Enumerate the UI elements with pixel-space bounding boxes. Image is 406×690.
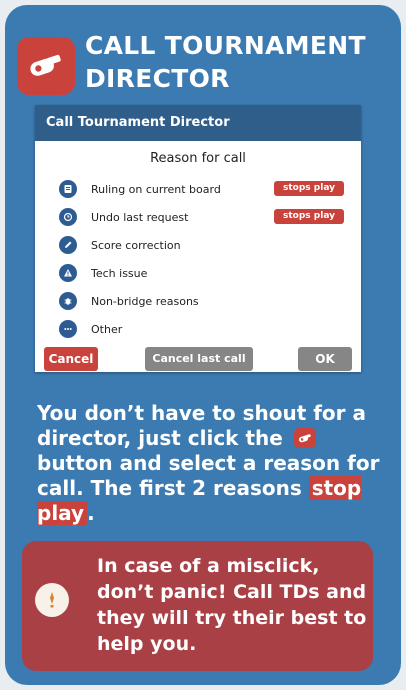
reason-non-bridge[interactable]: Non-bridge reasons [59, 287, 344, 315]
misclick-tip: In case of a misclick, don’t panic! Call… [22, 541, 373, 671]
whistle-icon [30, 54, 61, 76]
reason-label: Ruling on current board [91, 182, 221, 196]
reason-label: Other [91, 322, 123, 336]
ok-button[interactable]: OK [298, 347, 352, 371]
ruling-icon [59, 180, 77, 198]
reason-other[interactable]: Other [59, 315, 344, 343]
cancel-button[interactable]: Cancel [44, 347, 98, 371]
reason-tech-issue[interactable]: Tech issue [59, 259, 344, 287]
info-card: CALL TOURNAMENT DIRECTOR Call Tournament… [5, 5, 401, 685]
reason-undo[interactable]: Undo last request stops play [59, 203, 344, 231]
reason-label: Non-bridge reasons [91, 294, 199, 308]
page-title: CALL TOURNAMENT DIRECTOR [85, 31, 366, 93]
bug-icon [59, 292, 77, 310]
call-td-dialog: Call Tournament Director Reason for call… [35, 105, 361, 372]
reason-list: Ruling on current board stops play Undo … [59, 175, 344, 343]
instruction-text: You don’t have to shout for a director, … [37, 401, 382, 526]
whistle-logo [17, 37, 75, 95]
reason-label: Undo last request [91, 210, 189, 224]
warning-icon [59, 264, 77, 282]
more-icon [59, 320, 77, 338]
undo-icon [59, 208, 77, 226]
instruction-end: . [87, 501, 95, 525]
stops-play-badge: stops play [274, 181, 344, 196]
pencil-icon [59, 236, 77, 254]
reason-label: Score correction [91, 238, 181, 252]
cancel-last-call-button[interactable]: Cancel last call [145, 347, 253, 371]
lightbulb-icon [35, 583, 69, 617]
reason-score-correction[interactable]: Score correction [59, 231, 344, 259]
tip-text: In case of a misclick, don’t panic! Call… [97, 555, 367, 655]
dialog-title: Call Tournament Director [35, 105, 361, 141]
stops-play-badge: stops play [274, 209, 344, 224]
reason-heading: Reason for call [150, 151, 246, 166]
reason-label: Tech issue [91, 266, 148, 280]
reason-ruling[interactable]: Ruling on current board stops play [59, 175, 344, 203]
instruction-part1: You don’t have to shout for a director, … [37, 401, 366, 450]
whistle-inline-icon [293, 428, 316, 448]
